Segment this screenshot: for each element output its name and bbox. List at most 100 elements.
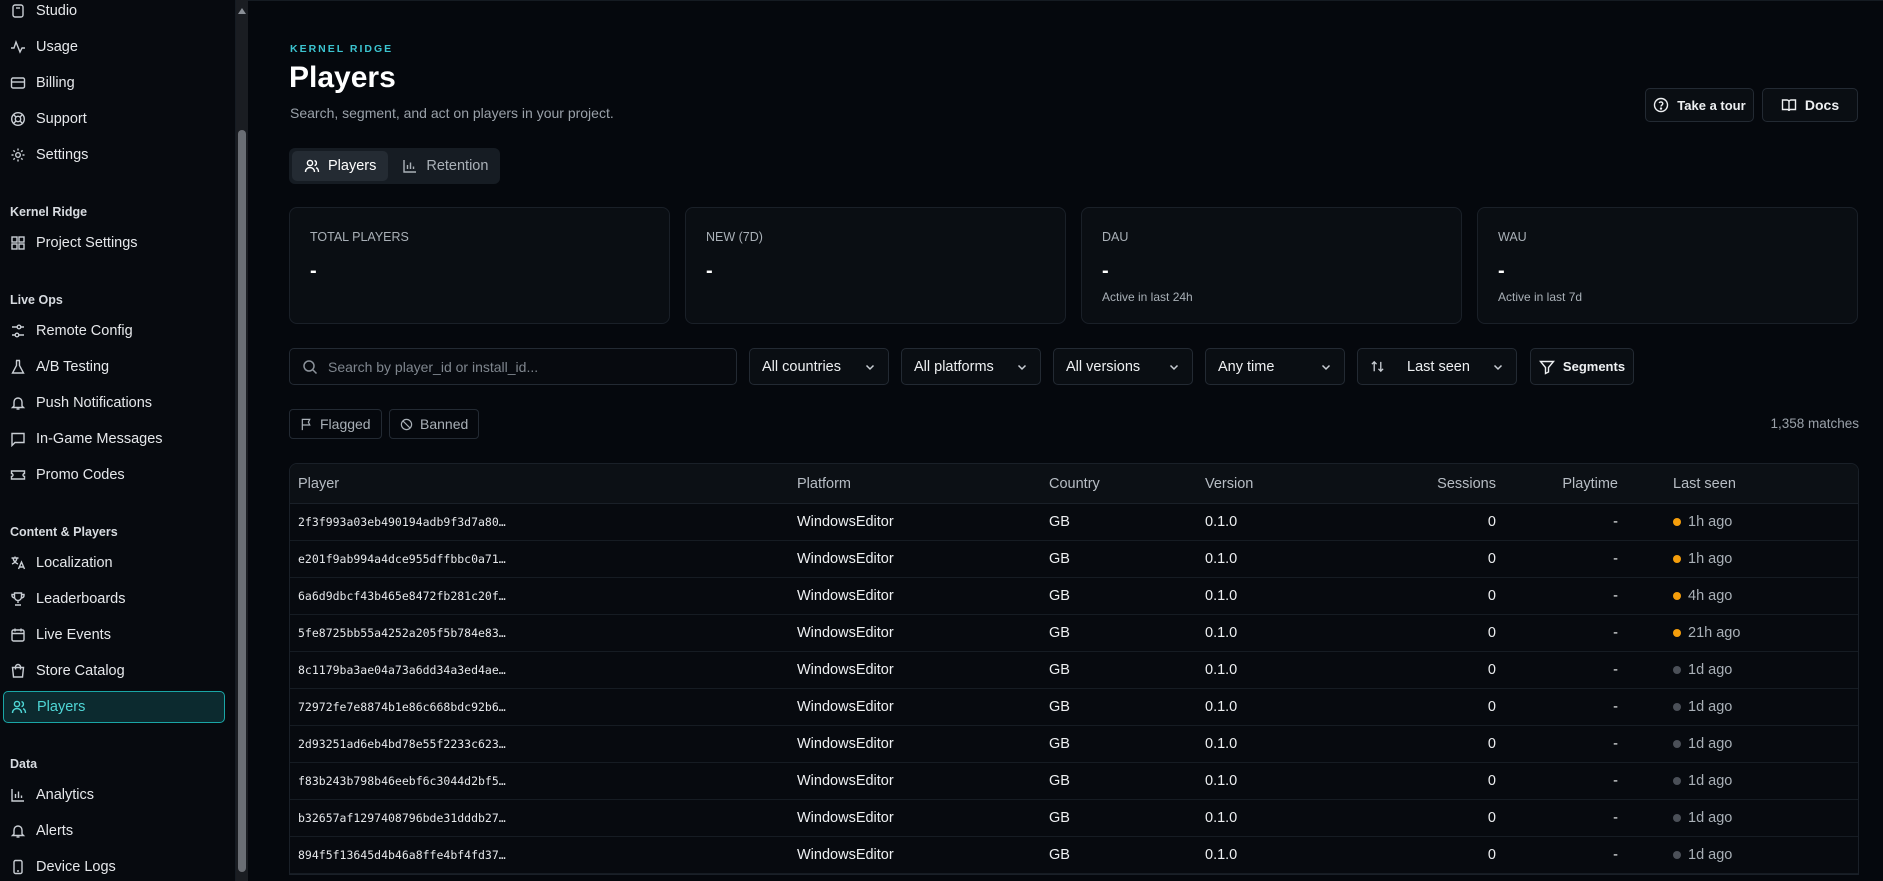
tab-retention[interactable]: Retention [390,151,500,181]
segments-button[interactable]: Segments [1530,348,1634,385]
sidebar-section-title: Kernel Ridge [10,205,88,219]
chevron-down-icon [1169,364,1179,370]
table-row[interactable]: 2f3f993a03eb490194adb9f3d7a80… WindowsEd… [290,504,1858,541]
last-seen-value: 1d ago [1688,847,1733,863]
status-dot [1673,629,1681,637]
table-row[interactable]: 6a6d9dbcf43b465e8472fb281c20f… WindowsEd… [290,578,1858,615]
status-dot [1673,555,1681,563]
player-id-cell[interactable]: b32657af1297408796bde31dddb27… [298,800,506,836]
message-icon [11,432,25,447]
table-row[interactable]: 894f5f13645d4b46a8ffe4bf4fd37… WindowsEd… [290,837,1858,874]
sidebar-item-store-catalog[interactable]: Store Catalog [3,655,225,687]
stat-card-total-players: TOTAL PLAYERS - [289,207,670,324]
stat-label: NEW (7D) [706,230,763,244]
sort-select[interactable]: Last seen [1357,348,1517,385]
filter-icon [1538,360,1555,375]
column-header-country[interactable]: Country [1049,464,1100,503]
sessions-cell: 0 [1487,736,1496,752]
status-dot [1673,592,1681,600]
platform-cell: WindowsEditor [797,699,894,715]
version-filter-select[interactable]: All versions [1053,348,1193,385]
column-header-last-seen[interactable]: Last seen [1673,464,1736,503]
sidebar-item-ab-testing[interactable]: A/B Testing [3,351,225,383]
scroll-up-arrow-icon[interactable] [238,8,246,14]
last-seen-value: 1d ago [1688,662,1733,678]
last-seen-cell: 1d ago [1673,652,1732,688]
sidebar-item-remote-config[interactable]: Remote Config [3,315,225,347]
sidebar-item-settings[interactable]: Settings [3,139,225,171]
sidebar-item-analytics[interactable]: Analytics [3,779,225,811]
sidebar-item-leaderboards[interactable]: Leaderboards [3,583,225,615]
sidebar-item-label: Promo Codes [36,467,125,483]
sidebar-item-device-logs[interactable]: Device Logs [3,851,225,881]
tab-label: Retention [426,158,489,174]
column-header-playtime[interactable]: Playtime [1506,464,1618,503]
table-row[interactable]: 2d93251ad6eb4bd78e55f2233c623… WindowsEd… [290,726,1858,763]
column-header-sessions[interactable]: Sessions [1350,464,1496,503]
country-filter-select[interactable]: All countries [749,348,889,385]
platform-cell: WindowsEditor [797,736,894,752]
sidebar-section-title: Content & Players [10,525,118,539]
player-id-cell[interactable]: 6a6d9dbcf43b465e8472fb281c20f… [298,578,506,614]
platform-filter-select[interactable]: All platforms [901,348,1041,385]
sidebar-item-promo-codes[interactable]: Promo Codes [3,459,225,491]
trophy-icon [11,592,25,606]
player-id-cell[interactable]: 72972fe7e8874b1e86c668bdc92b6… [298,689,506,725]
search-input[interactable] [328,358,728,375]
column-header-player[interactable]: Player [298,464,339,503]
sidebar-item-label: Settings [36,147,89,163]
docs-button[interactable]: Docs [1762,88,1858,122]
page-subtitle: Search, segment, and act on players in y… [290,105,614,121]
stat-card-dau: DAU - Active in last 24h [1081,207,1462,324]
sessions-cell: 0 [1487,773,1496,789]
grid-icon [11,236,25,250]
country-cell: GB [1049,551,1070,567]
take-a-tour-button[interactable]: Take a tour [1645,88,1754,122]
scrollbar-thumb[interactable] [238,130,246,872]
sidebar-item-support[interactable]: Support [3,103,225,135]
banned-filter-chip[interactable]: Banned [389,409,480,439]
users-icon [11,700,27,714]
time-filter-value: Any time [1218,358,1275,375]
tab-players[interactable]: Players [292,151,389,181]
sidebar: Studio Usage Billing Support Settings Ke… [0,0,236,881]
time-filter-select[interactable]: Any time [1205,348,1345,385]
sidebar-item-usage[interactable]: Usage [3,31,225,63]
column-header-version[interactable]: Version [1205,464,1253,503]
sidebar-scrollbar[interactable] [236,0,248,881]
country-cell: GB [1049,514,1070,530]
users-icon [304,159,320,173]
sidebar-item-project-settings[interactable]: Project Settings [3,227,225,259]
sidebar-item-studio[interactable]: Studio [3,0,225,27]
country-cell: GB [1049,699,1070,715]
player-id-cell[interactable]: 894f5f13645d4b46a8ffe4bf4fd37… [298,837,506,873]
player-id-cell[interactable]: 2d93251ad6eb4bd78e55f2233c623… [298,726,506,762]
last-seen-cell: 1h ago [1673,504,1732,540]
translate-icon [11,556,26,570]
platform-cell: WindowsEditor [797,773,894,789]
last-seen-cell: 1d ago [1673,800,1732,836]
status-dot [1673,777,1681,785]
table-row[interactable]: b32657af1297408796bde31dddb27… WindowsEd… [290,800,1858,837]
sidebar-item-in-game-messages[interactable]: In-Game Messages [3,423,225,455]
player-id-cell[interactable]: e201f9ab994a4dce955dffbbc0a71… [298,541,506,577]
column-header-platform[interactable]: Platform [797,464,851,503]
flagged-filter-chip[interactable]: Flagged [289,409,382,439]
sidebar-item-billing[interactable]: Billing [3,67,225,99]
player-search[interactable] [289,348,737,385]
player-id-cell[interactable]: f83b243b798b46eebf6c3044d2bf5… [298,763,506,799]
player-id-cell[interactable]: 2f3f993a03eb490194adb9f3d7a80… [298,504,506,540]
sidebar-item-live-events[interactable]: Live Events [3,619,225,651]
sidebar-item-alerts[interactable]: Alerts [3,815,225,847]
sidebar-item-push-notifications[interactable]: Push Notifications [3,387,225,419]
last-seen-cell: 1h ago [1673,541,1732,577]
table-row[interactable]: 8c1179ba3ae04a73a6dd34a3ed4ae… WindowsEd… [290,652,1858,689]
table-row[interactable]: e201f9ab994a4dce955dffbbc0a71… WindowsEd… [290,541,1858,578]
player-id-cell[interactable]: 8c1179ba3ae04a73a6dd34a3ed4ae… [298,652,506,688]
sidebar-item-players[interactable]: Players [3,691,225,723]
table-row[interactable]: f83b243b798b46eebf6c3044d2bf5… WindowsEd… [290,763,1858,800]
sidebar-item-localization[interactable]: Localization [3,547,225,579]
table-row[interactable]: 5fe8725bb55a4252a205f5b784e83… WindowsEd… [290,615,1858,652]
table-row[interactable]: 72972fe7e8874b1e86c668bdc92b6… WindowsEd… [290,689,1858,726]
player-id-cell[interactable]: 5fe8725bb55a4252a205f5b784e83… [298,615,506,651]
